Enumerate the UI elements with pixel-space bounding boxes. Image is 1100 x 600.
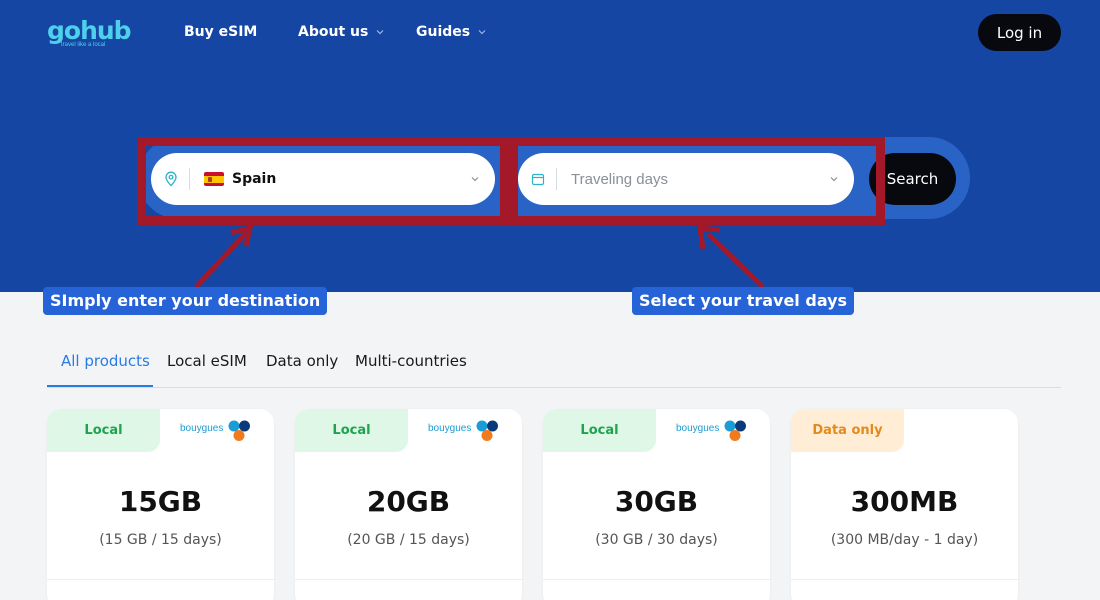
travel-days-highlight-box [509,137,885,225]
plan-detail: (30 GB / 30 days) [595,532,718,548]
plan-detail: (300 MB/day - 1 day) [830,532,979,548]
logo-tagline: travel like a local [61,42,106,48]
nav-label: Buy eSIM [184,24,258,40]
operator-logo: bouygues [676,419,752,445]
product-card[interactable]: Local bouygues 30GB (30 GB / 30 days) [543,409,770,600]
nav-about-us[interactable]: About us [298,24,386,40]
product-card[interactable]: Data only 300MB (300 MB/day - 1 day) [791,409,1018,600]
product-card[interactable]: Local bouygues 15GB (15 GB / 15 days) [47,409,274,600]
card-divider [47,579,274,580]
logo-text: gohub [47,16,132,45]
bouygues-logo-icon [724,420,746,441]
bouygues-logo-icon [228,420,250,441]
data-amount: 30GB [614,485,699,518]
data-amount: 20GB [366,485,451,518]
data-amount: 300MB [850,485,959,518]
nav-label: About us [298,24,369,40]
card-divider [295,579,522,580]
data-amount: 15GB [118,485,203,518]
tab-all-products[interactable]: All products [61,352,150,370]
product-badge: Local [543,409,656,452]
nav-guides[interactable]: Guides [416,24,488,40]
destination-callout: SImply enter your destination [43,287,328,315]
nav-buy-esim[interactable]: Buy eSIM [184,24,257,40]
product-badge: Data only [791,409,904,452]
active-tab-indicator [47,385,153,387]
login-button[interactable]: Log in [978,14,1061,51]
product-badge: Local [47,409,160,452]
tab-data-only[interactable]: Data only [266,352,338,370]
card-divider [543,579,770,580]
operator-logo: bouygues [180,419,256,445]
tab-multi-countries[interactable]: Multi-countries [355,352,467,370]
product-tabs: All products Local eSIM Data only Multi-… [47,340,1061,388]
operator-name: bouygues [676,423,720,434]
tab-local-esim[interactable]: Local eSIM [167,352,247,370]
bouygues-logo-icon [476,420,498,441]
plan-detail: (15 GB / 15 days) [99,532,222,548]
card-divider [791,579,1018,580]
operator-name: bouygues [180,423,224,434]
travel-days-callout: Select your travel days [632,287,855,315]
destination-highlight-box [137,137,509,225]
plan-detail: (20 GB / 15 days) [347,532,470,548]
chevron-down-icon [478,30,486,35]
nav-label: Guides [416,24,471,40]
operator-name: bouygues [428,423,472,434]
product-card[interactable]: Local bouygues 20GB (20 GB / 15 days) [295,409,522,600]
operator-logo: bouygues [428,419,504,445]
chevron-down-icon [376,30,384,35]
gohub-logo[interactable]: gohub travel like a local [47,16,137,50]
product-badge: Local [295,409,408,452]
